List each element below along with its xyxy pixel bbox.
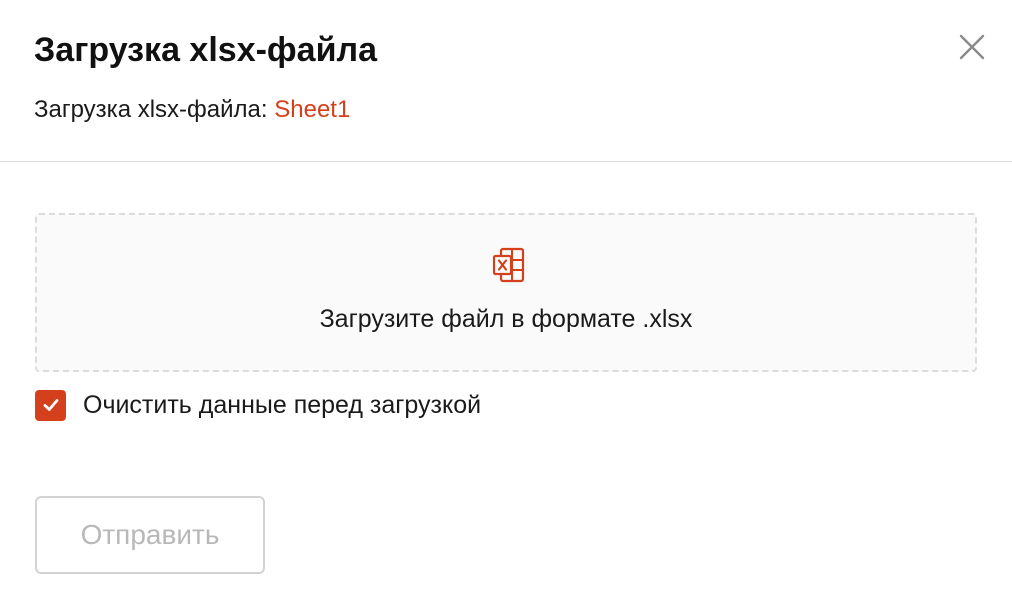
subtitle-prefix: Загрузка xlsx-файла: — [34, 96, 275, 123]
dropzone-text: Загрузите файл в формате .xlsx — [319, 305, 693, 333]
excel-file-icon — [492, 247, 525, 283]
close-button[interactable] — [956, 31, 988, 63]
close-icon — [959, 34, 985, 60]
file-dropzone[interactable]: Загрузите файл в формате .xlsx — [35, 213, 977, 372]
dialog-subtitle: Загрузка xlsx-файла: Sheet1 — [34, 94, 350, 126]
clear-data-checkbox[interactable] — [35, 389, 66, 421]
dialog-header: Загрузка xlsx-файла Загрузка xlsx-файла:… — [0, 0, 1012, 162]
sheet-name: Sheet1 — [274, 96, 351, 123]
dialog-title: Загрузка xlsx-файла — [34, 31, 377, 69]
submit-button[interactable]: Отправить — [35, 496, 265, 574]
checkmark-icon — [43, 399, 58, 411]
upload-dialog: Загрузка xlsx-файла Загрузка xlsx-файла:… — [0, 0, 1012, 610]
clear-data-label: Очистить данные перед загрузкой — [83, 391, 482, 419]
clear-data-option[interactable]: Очистить данные перед загрузкой — [35, 388, 481, 422]
